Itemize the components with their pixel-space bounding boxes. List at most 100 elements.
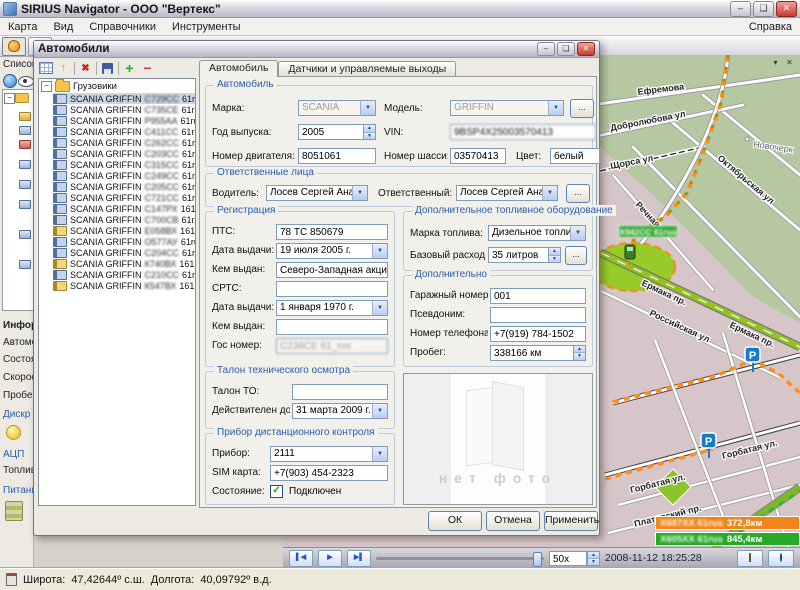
expand-icon[interactable]: − (4, 93, 15, 104)
tree-item[interactable]: SCANIA GRIFFINС203СС61rus (53, 148, 195, 159)
tree-item[interactable]: SCANIA GRIFFINС204СС61rus (53, 247, 195, 258)
tree-item[interactable]: SCANIA GRIFFINЕ058ВХ161rus (53, 225, 195, 236)
dialog-close-button[interactable]: ✕ (577, 42, 595, 56)
fuel-browse-button[interactable]: ... (565, 246, 587, 265)
fuel-brand-combo[interactable]: Дизельное топливо▼ (488, 225, 586, 241)
chassis-input[interactable]: 03570413 (450, 148, 506, 164)
model-browse-button[interactable]: ... (570, 99, 594, 118)
tab-sensors[interactable]: Датчики и управляемые выходы (278, 61, 456, 77)
color-input[interactable]: белый (550, 148, 600, 164)
srts-date-combo[interactable]: 1 января 1970 г.▼ (276, 300, 388, 316)
delete-button[interactable]: ✖ (78, 61, 93, 75)
tree-item[interactable]: SCANIA GRIFFINС721СС61rus (53, 192, 195, 203)
tab-vehicle[interactable]: Автомобиль (199, 60, 278, 77)
tree-item[interactable]: SCANIA GRIFFINС315СС61rus (53, 159, 195, 170)
fuel-rate-spinner[interactable]: 35 литров▲▼ (488, 247, 561, 263)
cancel-button[interactable]: Отмена (486, 511, 540, 531)
dropdown-icon[interactable]: ▼ (548, 101, 563, 115)
pan-tool-button[interactable] (2, 37, 26, 56)
mileage-spinner[interactable]: 338166 км▲▼ (490, 345, 586, 361)
pts-date-combo[interactable]: 19 июля 2005 г.▼ (276, 243, 388, 259)
speed-value[interactable]: 50x (549, 551, 587, 566)
speed-spin-buttons[interactable]: ▲ ▼ (587, 551, 600, 566)
playback-slider-handle[interactable] (533, 552, 542, 567)
dropdown-icon[interactable]: ▼ (352, 186, 367, 200)
skip-forward-button[interactable]: ▶▌ (347, 550, 371, 567)
skip-back-button[interactable]: ▌◀ (289, 550, 313, 567)
model-combo[interactable]: GRIFFIN▼ (450, 100, 564, 116)
vin-input[interactable]: 9ВSР4Х25003570413 (450, 124, 596, 140)
alias-input[interactable] (490, 307, 586, 323)
tree-item[interactable]: SCANIA GRIFFINО577АУ61rus (53, 236, 195, 247)
remove-vehicle-button[interactable]: − (140, 61, 155, 75)
pts-issuer-input[interactable]: Северо-Западная акцизная т (276, 262, 388, 278)
dropdown-icon[interactable]: ▼ (372, 244, 387, 258)
sim-input[interactable]: +7(903) 454-2323 (270, 465, 388, 481)
map-collapse-button[interactable]: ▾ (769, 57, 782, 69)
connected-checkbox[interactable]: ✓ (270, 485, 283, 498)
garage-input[interactable]: 001 (490, 288, 586, 304)
background-tree[interactable]: − (2, 89, 34, 311)
valid-until-combo[interactable]: 31 марта 2009 г.▼ (292, 403, 388, 419)
map-close-button[interactable]: ✕ (783, 57, 796, 69)
spin-down-icon[interactable]: ▼ (588, 558, 599, 565)
apply-button[interactable]: Применить (544, 511, 598, 531)
marker-view-button[interactable] (768, 550, 794, 567)
menu-map[interactable]: Карта (8, 21, 37, 33)
list-add-button[interactable] (38, 61, 53, 75)
dialog-minimize-button[interactable]: – (537, 42, 555, 56)
expand-icon[interactable]: − (41, 81, 52, 92)
dropdown-icon[interactable]: ▼ (542, 186, 557, 200)
menu-directories[interactable]: Справочники (89, 21, 156, 33)
engine-input[interactable]: 8051061 (298, 148, 376, 164)
menu-view[interactable]: Вид (53, 21, 73, 33)
pts-input[interactable]: 78 ТС 850679 (276, 224, 388, 240)
minimize-button[interactable]: – (730, 1, 751, 17)
vehicle-tree[interactable]: − Грузовики SCANIA GRIFFINС729СС61rus SC… (38, 78, 196, 506)
maximize-button[interactable]: ❏ (753, 1, 774, 17)
menu-tools[interactable]: Инструменты (172, 21, 241, 33)
playback-slider[interactable] (376, 557, 544, 560)
ok-button[interactable]: ОК (428, 511, 482, 531)
vehicle-view-button[interactable] (737, 550, 763, 567)
dropdown-icon[interactable]: ▼ (570, 226, 585, 240)
srts-issuer-input[interactable] (276, 319, 388, 335)
tree-root-row[interactable]: − Грузовики (39, 79, 195, 93)
dropdown-icon[interactable]: ▼ (372, 447, 387, 461)
form-row: Номер двигателя: 8051061 Номер шасси: 03… (212, 144, 586, 168)
tree-item[interactable]: SCANIA GRIFFINР955АА61rus (53, 115, 195, 126)
driver-combo[interactable]: Лосев Сергей Анатоль▼ (266, 185, 368, 201)
persons-browse-button[interactable]: ... (566, 184, 590, 203)
dropdown-icon[interactable]: ▼ (372, 301, 387, 315)
dropdown-icon[interactable]: ▼ (372, 404, 387, 418)
ticket-input[interactable] (292, 384, 388, 400)
tree-item[interactable]: SCANIA GRIFFINК547ВХ161rus (53, 280, 195, 291)
close-button[interactable]: ✕ (776, 1, 797, 17)
tree-item[interactable]: SCANIA GRIFFINС700СВ61rus (53, 214, 195, 225)
tree-item[interactable]: SCANIA GRIFFINС249СС61rus (53, 170, 195, 181)
tree-item[interactable]: SCANIA GRIFFINС411СС61rus (53, 126, 195, 137)
srts-input[interactable] (276, 281, 388, 297)
tree-item[interactable]: SCANIA GRIFFINС729СС61rus (53, 93, 195, 104)
import-button[interactable]: ↑ (56, 61, 71, 75)
dropdown-icon[interactable]: ▼ (360, 101, 375, 115)
tree-item[interactable]: SCANIA GRIFFINС205СС61rus (53, 181, 195, 192)
save-button[interactable] (100, 61, 115, 75)
tree-item[interactable]: SCANIA GRIFFINС210СС61rus (53, 269, 195, 280)
play-button[interactable]: ▶ (318, 550, 342, 567)
dialog-maximize-button[interactable]: ❏ (557, 42, 575, 56)
menu-help[interactable]: Справка (749, 21, 792, 33)
year-spinner[interactable]: 2005▲▼ (298, 124, 376, 140)
eye-icon[interactable] (18, 76, 34, 87)
globe-icon[interactable] (3, 74, 17, 88)
add-vehicle-button[interactable]: + (122, 61, 137, 75)
tree-item[interactable]: SCANIA GRIFFINК740ВХ161rus (53, 258, 195, 269)
phone-input[interactable]: +7(919) 784-1502 (490, 326, 586, 342)
vehicle-marker[interactable] (625, 245, 635, 259)
brand-combo[interactable]: SCANIA▼ (298, 100, 376, 116)
tree-item[interactable]: SCANIA GRIFFINС262СС61rus (53, 137, 195, 148)
tree-item[interactable]: SCANIA GRIFFINС147РХ161rus (53, 203, 195, 214)
device-combo[interactable]: 2111▼ (270, 446, 388, 462)
tree-item[interactable]: SCANIA GRIFFINС735СЕ61rus (53, 104, 195, 115)
responsible-combo[interactable]: Лосев Сергей Анатоль▼ (456, 185, 558, 201)
